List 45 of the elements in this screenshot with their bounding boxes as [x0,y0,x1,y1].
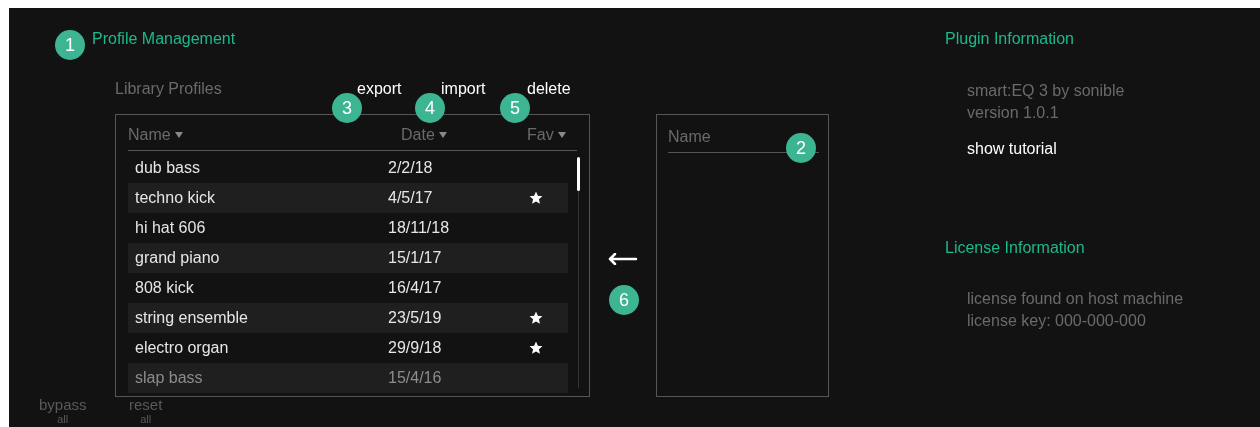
profile-date: 4/5/17 [388,188,434,208]
profile-name: 808 kick [134,278,195,298]
profile-name: dub bass [134,158,201,178]
profile-name: string ensemble [134,308,249,328]
profile-date: 23/5/19 [388,308,443,328]
number-badge: 1 [55,30,85,60]
profile-date: 2/2/18 [388,158,434,178]
caret-icon [438,132,447,138]
info-text: license found on host machine [967,289,1184,309]
profile-date: 15/4/16 [388,368,443,388]
action-button[interactable]: delete [527,79,571,99]
profile-row[interactable]: techno kick 4/5/17 [128,183,568,213]
caret-icon [557,132,566,138]
profile-row[interactable]: electro organ 29/9/18 [128,333,568,363]
profile-row[interactable]: string ensemble 23/5/19 [128,303,568,333]
number-badge: 6 [609,285,639,315]
tutorial-link[interactable]: show tutorial [967,140,1057,157]
profile-date: 16/4/17 [388,278,443,298]
info-text: version 1.0.1 [967,103,1060,123]
section-title: License Information [945,238,1086,258]
profile-name: hi hat 606 [134,218,207,238]
number-badge: 2 [786,133,816,163]
section-title: Plugin Information [945,29,1075,49]
info-text: license key: 000-000-000 [967,311,1147,331]
profile-date: 18/11/18 [388,218,451,238]
profile-date: 15/1/17 [388,248,443,268]
left-arrow-icon[interactable] [608,253,638,265]
profile-name: grand piano [134,248,221,268]
caret-icon [174,132,183,138]
profile-name: slap bass [134,368,204,388]
profile-row[interactable]: slap bass 15/4/16 [128,363,568,393]
profile-name: techno kick [134,188,217,208]
number-badge: 5 [500,93,530,123]
number-badge: 3 [332,93,362,123]
profile-name: electro organ [134,338,230,358]
scrollbar-thumb[interactable] [577,157,580,191]
section-title: Profile Management [92,29,237,49]
profile-row[interactable]: hi hat 606 18/11/18 [128,213,568,243]
library-label: Library Profiles [115,79,223,99]
number-badge: 4 [415,93,445,123]
profile-row[interactable]: grand piano 15/1/17 [128,243,568,273]
profile-row[interactable]: dub bass 2/2/18 [128,153,568,183]
profile-row[interactable]: 808 kick 16/4/17 [128,273,568,303]
profile-date: 29/9/18 [388,338,443,358]
info-text: smart:EQ 3 by sonible [967,81,1126,101]
